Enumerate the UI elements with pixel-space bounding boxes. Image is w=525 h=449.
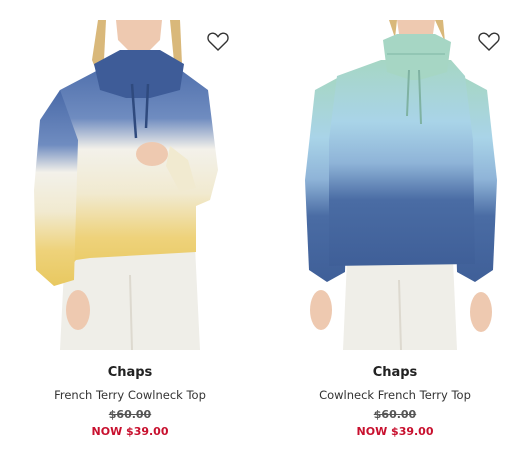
product-image[interactable] — [20, 20, 242, 350]
product-brand[interactable]: Chaps — [265, 364, 525, 382]
product-grid: Chaps French Terry Cowlneck Top $60.00 N… — [0, 0, 525, 449]
product-info: Chaps Cowlneck French Terry Top $60.00 N… — [265, 364, 525, 439]
product-card[interactable]: Chaps French Terry Cowlneck Top $60.00 N… — [0, 0, 260, 449]
product-info: Chaps French Terry Cowlneck Top $60.00 N… — [0, 364, 260, 439]
original-price: $60.00 — [373, 408, 417, 421]
sale-price: NOW $39.00 — [356, 425, 434, 438]
wishlist-heart-icon[interactable] — [478, 32, 500, 52]
product-name[interactable]: French Terry Cowlneck Top — [0, 387, 260, 403]
product-card[interactable]: Chaps Cowlneck French Terry Top $60.00 N… — [265, 0, 525, 449]
product-name[interactable]: Cowlneck French Terry Top — [265, 387, 525, 403]
original-price: $60.00 — [108, 408, 152, 421]
product-image[interactable] — [285, 20, 507, 350]
wishlist-heart-icon[interactable] — [207, 32, 229, 52]
product-brand[interactable]: Chaps — [0, 364, 260, 382]
sale-price: NOW $39.00 — [91, 425, 169, 438]
